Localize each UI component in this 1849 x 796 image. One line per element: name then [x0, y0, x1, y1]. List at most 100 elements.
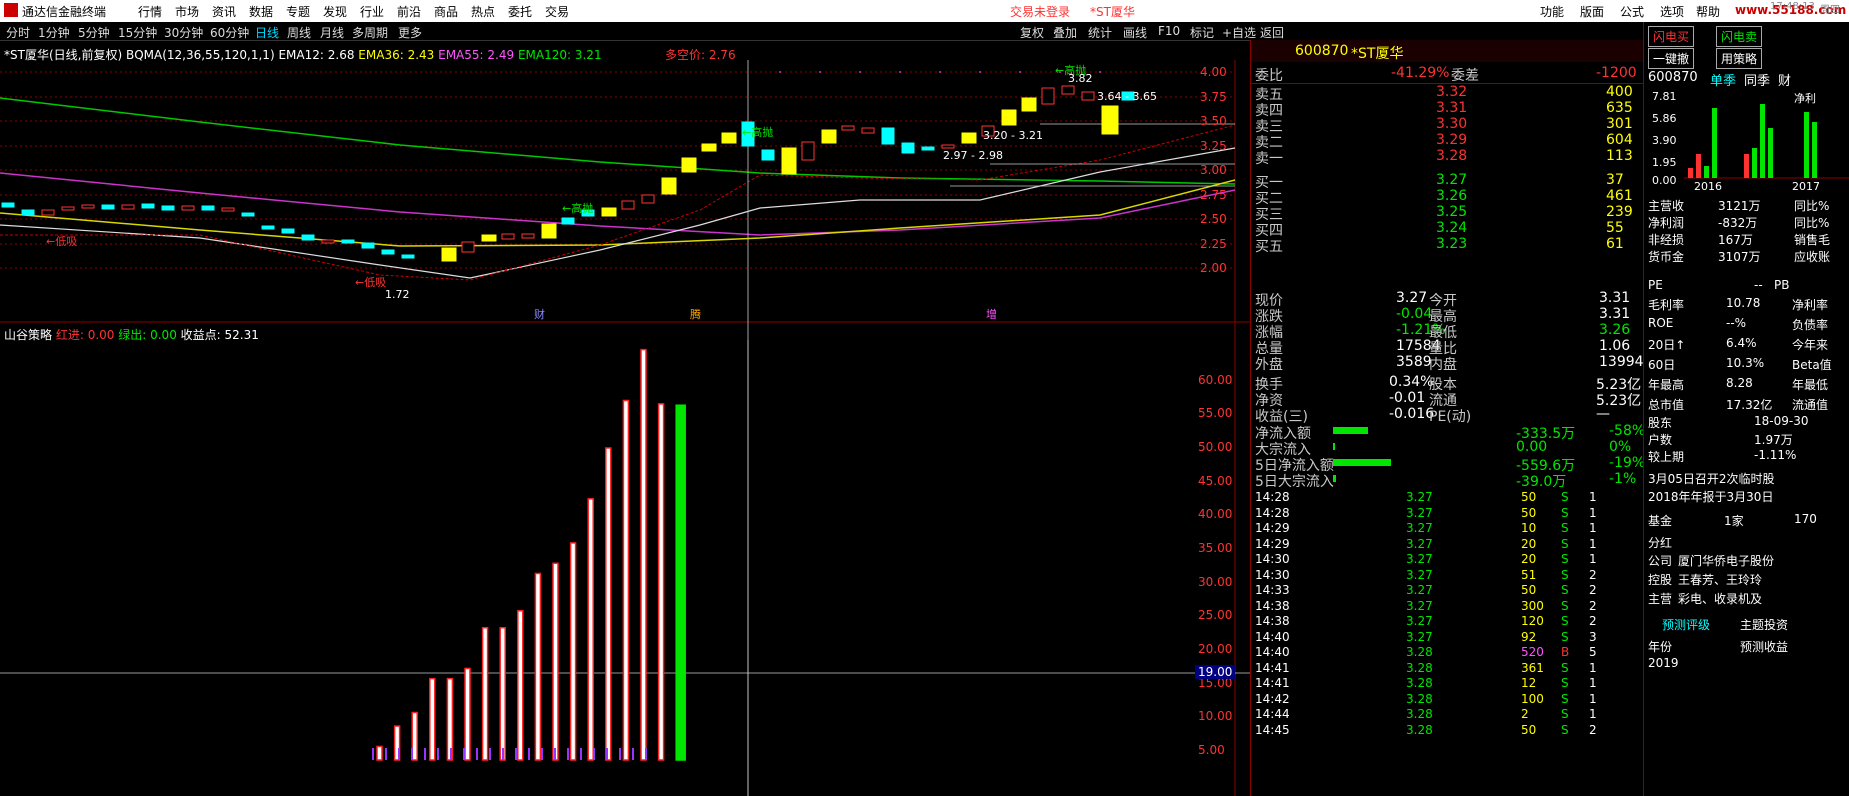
menu-item[interactable]: 委托 [508, 3, 532, 20]
fin-label: 净利润 [1648, 216, 1685, 230]
period-tab[interactable]: 60分钟 [210, 24, 249, 41]
quote-panel: 600870 *ST厦华 委比 -41.29% 委差 -1200 卖五 3.32 4… [1250, 40, 1646, 796]
menu-item[interactable]: 公式 [1620, 3, 1644, 20]
toolbar-button[interactable]: F10 [1158, 24, 1180, 38]
period-tab[interactable]: 月线 [320, 24, 344, 41]
flow-value: 0.00 [1516, 439, 1548, 455]
period-tab[interactable]: 5分钟 [78, 24, 110, 41]
toolbar-button[interactable]: 叠加 [1053, 24, 1077, 41]
side-code: 600870 [1648, 70, 1698, 85]
menu-item[interactable]: 行业 [360, 3, 384, 20]
login-status[interactable]: 交易未登录 [1010, 3, 1070, 20]
signal-marker [528, 748, 530, 760]
menu-item[interactable]: 数据 [249, 3, 273, 20]
toolbar-button[interactable]: 复权 [1020, 24, 1044, 41]
toolbar-button[interactable]: 画线 [1123, 24, 1147, 41]
menu-item[interactable]: 发现 [323, 3, 347, 20]
news-item[interactable]: 3月05日召开2次临时股 [1648, 470, 1775, 487]
tick-time: 14:33 [1255, 583, 1290, 597]
event-marker[interactable]: 增 [986, 306, 997, 322]
period-tab[interactable]: 分时 [6, 24, 30, 41]
period-tab[interactable]: 30分钟 [164, 24, 203, 41]
tick-volume: 50 [1521, 583, 1537, 597]
y-tick: 3.00 [1200, 163, 1227, 177]
toolbar-button[interactable]: 统计 [1088, 24, 1112, 41]
menu-item[interactable]: 商品 [434, 3, 458, 20]
period-tab-more[interactable]: 更多 [398, 24, 422, 41]
buy-level-price: 3.25 [1436, 204, 1468, 220]
tab-same-quarter[interactable]: 同季 [1744, 70, 1770, 89]
buy-level-volume: 461 [1606, 188, 1633, 204]
sell-level-volume: 400 [1606, 84, 1633, 100]
holder-label: 户数 [1648, 433, 1673, 447]
tick-side: S [1561, 490, 1569, 504]
period-tab[interactable]: 1分钟 [38, 24, 70, 41]
toolbar-button[interactable]: 标记 [1190, 24, 1214, 41]
strategy-bar [569, 542, 577, 761]
use-strategy-button[interactable]: 用策略 [1716, 48, 1763, 69]
flow-value: -39.0万 [1516, 474, 1567, 490]
metric-value: 6.4% [1726, 336, 1757, 350]
menu-item[interactable]: 选项 [1660, 3, 1684, 20]
fin-label: 非经损 [1648, 233, 1685, 247]
tick-count: 2 [1589, 598, 1597, 613]
tick-price: 3.27 [1406, 598, 1433, 613]
holder-value: -1.11% [1754, 448, 1797, 462]
tick-time: 14:45 [1255, 722, 1290, 737]
toolbar-button[interactable]: 返回 [1260, 24, 1284, 41]
flash-sell-button[interactable]: 闪电卖 [1716, 26, 1763, 47]
stat-value: 3.31 [1599, 290, 1631, 306]
stat-value: 3.31 [1599, 306, 1631, 322]
event-marker[interactable]: 腾 [690, 306, 701, 322]
y-tick: 30.00 [1198, 575, 1233, 589]
menu-item[interactable]: 资讯 [212, 3, 236, 20]
strategy-bar-chart[interactable] [0, 340, 1250, 796]
menu-item[interactable]: 热点 [471, 3, 495, 20]
menu-item[interactable]: 行情 [138, 3, 162, 20]
toolbar-button[interactable]: +自选 [1222, 24, 1256, 41]
menu-item[interactable]: 帮助 [1696, 3, 1720, 20]
event-marker[interactable]: 财 [534, 306, 545, 322]
news-item[interactable]: 2018年年报于3月30日 [1648, 488, 1773, 505]
stat-value: 0.34% [1389, 374, 1434, 390]
menu-item[interactable]: 专题 [286, 3, 310, 20]
tab-finance[interactable]: 财 [1778, 70, 1791, 89]
metric-value: 10.3% [1726, 356, 1765, 370]
tab-theme-investment[interactable]: 主题投资 [1740, 616, 1788, 633]
menu-item[interactable]: 前沿 [397, 3, 421, 20]
tick-volume: 20 [1521, 536, 1537, 551]
buy-level-price: 3.24 [1436, 220, 1468, 236]
one-click-cancel-button[interactable]: 一键撤 [1648, 48, 1695, 69]
menu-item[interactable]: 市场 [175, 3, 199, 20]
flash-buy-button[interactable]: 闪电买 [1648, 26, 1695, 47]
tick-price: 3.27 [1406, 536, 1433, 551]
signal-marker [437, 748, 439, 760]
tab-quarter[interactable]: 单季 [1710, 70, 1736, 89]
period-tab-active[interactable]: 日线 [255, 24, 279, 41]
signal-marker [593, 748, 595, 760]
tick-count: 1 [1589, 691, 1597, 706]
holder-value: 18-09-30 [1754, 414, 1809, 428]
menu-item[interactable]: 功能 [1540, 3, 1564, 20]
menu-item[interactable]: 交易 [545, 3, 569, 20]
period-tab[interactable]: 15分钟 [118, 24, 157, 41]
period-tab[interactable]: 周线 [287, 24, 311, 41]
tick-time: 14:42 [1255, 691, 1290, 706]
flow-pct: -58% [1609, 423, 1646, 439]
tab-forecast-rating[interactable]: 预测评级 [1662, 616, 1710, 633]
menu-item[interactable]: 版面 [1580, 3, 1604, 20]
signal-marker [411, 748, 413, 760]
y-tick: 20.00 [1198, 642, 1233, 656]
tick-volume: 50 [1521, 722, 1537, 737]
buy-level-volume: 55 [1606, 220, 1624, 236]
tick-time: 14:40 [1255, 645, 1290, 659]
strategy-bar [499, 626, 506, 761]
y-tick: 5.00 [1198, 743, 1225, 757]
metric-right-label: 净利率 [1792, 298, 1829, 312]
clock: 17:48:13 [1770, 1, 1815, 12]
signal-marker [489, 748, 491, 760]
period-tab[interactable]: 多周期 [352, 24, 388, 41]
stat-value: — [1596, 406, 1610, 422]
metric-label: ROE [1648, 316, 1674, 330]
pb-label: PB [1774, 278, 1790, 292]
